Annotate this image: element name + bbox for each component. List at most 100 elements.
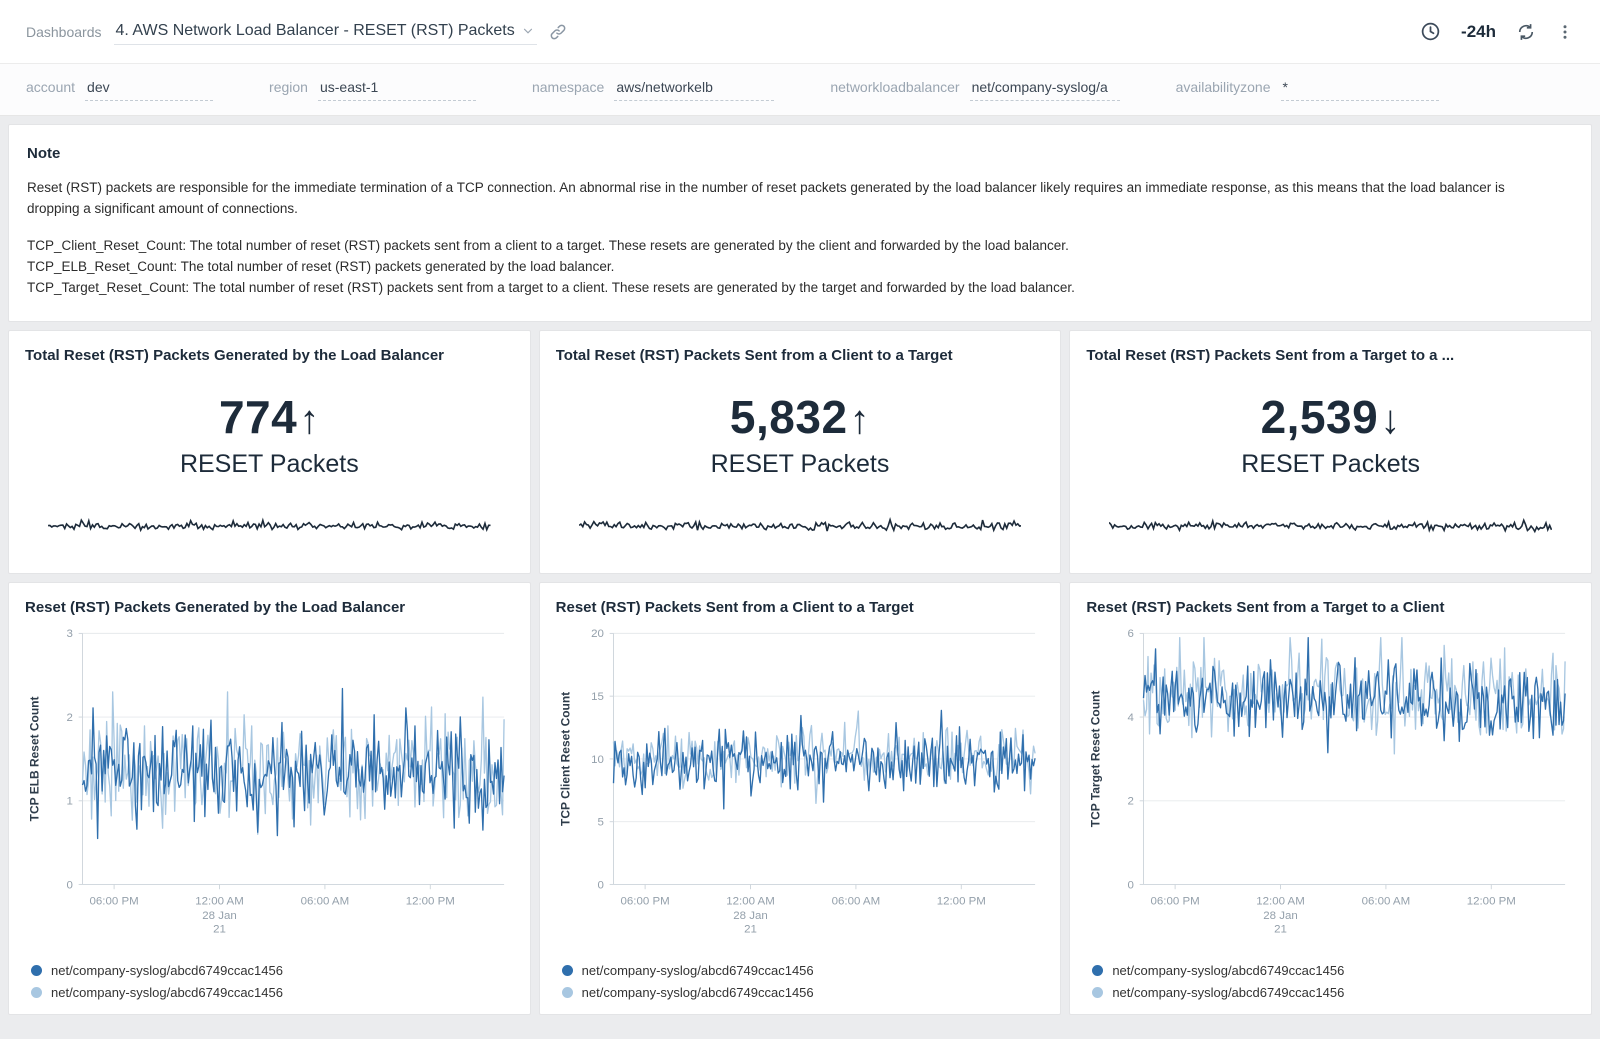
filter-value-input[interactable]: * bbox=[1281, 79, 1439, 101]
svg-text:06:00 AM: 06:00 AM bbox=[831, 895, 880, 907]
chart-card-client-reset: Reset (RST) Packets Sent from a Client t… bbox=[539, 582, 1062, 1016]
stat-card-target-reset: Total Reset (RST) Packets Sent from a Ta… bbox=[1069, 330, 1592, 574]
legend-label: net/company-syslog/abcd6749ccac1456 bbox=[582, 963, 814, 978]
time-range[interactable]: -24h bbox=[1461, 22, 1496, 42]
note-paragraph: TCP_Target_Reset_Count: The total number… bbox=[27, 278, 1557, 299]
svg-text:21: 21 bbox=[213, 923, 226, 935]
chart-legend: net/company-syslog/abcd6749ccac1456 net/c… bbox=[25, 963, 514, 1000]
stat-unit: RESET Packets bbox=[1086, 450, 1575, 479]
svg-text:06:00 PM: 06:00 PM bbox=[620, 895, 669, 907]
chevron-down-icon bbox=[521, 24, 535, 38]
legend-label: net/company-syslog/abcd6749ccac1456 bbox=[1112, 985, 1344, 1000]
stat-card-client-reset: Total Reset (RST) Packets Sent from a Cl… bbox=[539, 330, 1062, 574]
legend-color-dot bbox=[31, 987, 42, 998]
legend-color-dot bbox=[31, 965, 42, 976]
line-chart[interactable]: 012306:00 PM12:00 AM28 Jan2106:00 AM12:0… bbox=[25, 620, 514, 957]
line-chart[interactable]: 0510152006:00 PM12:00 AM28 Jan2106:00 AM… bbox=[556, 620, 1045, 957]
legend-item[interactable]: net/company-syslog/abcd6749ccac1456 bbox=[1092, 985, 1575, 1000]
svg-text:0: 0 bbox=[1128, 879, 1134, 891]
svg-text:3: 3 bbox=[67, 628, 73, 640]
note-paragraph: Reset (RST) packets are responsible for … bbox=[27, 178, 1557, 220]
refresh-icon[interactable] bbox=[1516, 22, 1536, 42]
svg-text:TCP ELB Reset Count: TCP ELB Reset Count bbox=[27, 696, 41, 821]
trend-up-arrow: ↑ bbox=[850, 398, 871, 442]
svg-text:12:00 AM: 12:00 AM bbox=[195, 895, 244, 907]
svg-text:1: 1 bbox=[67, 795, 73, 807]
stat-title: Total Reset (RST) Packets Generated by t… bbox=[25, 347, 514, 364]
chart-legend: net/company-syslog/abcd6749ccac1456 net/c… bbox=[556, 963, 1045, 1000]
filter-namespace[interactable]: namespace aws/networkelb bbox=[532, 79, 774, 101]
page-title: 4. AWS Network Load Balancer - RESET (RS… bbox=[116, 22, 515, 40]
sparkline bbox=[579, 509, 1022, 548]
legend-item[interactable]: net/company-syslog/abcd6749ccac1456 bbox=[562, 985, 1045, 1000]
legend-color-dot bbox=[562, 965, 573, 976]
filter-label: networkloadbalancer bbox=[830, 79, 959, 95]
filter-bar: account dev region us-east-1 namespace a… bbox=[0, 64, 1600, 116]
filter-region[interactable]: region us-east-1 bbox=[269, 79, 476, 101]
note-paragraph: TCP_ELB_Reset_Count: The total number of… bbox=[27, 257, 1557, 278]
svg-text:06:00 PM: 06:00 PM bbox=[1151, 895, 1200, 907]
line-chart[interactable]: 024606:00 PM12:00 AM28 Jan2106:00 AM12:0… bbox=[1086, 620, 1575, 957]
svg-text:12:00 PM: 12:00 PM bbox=[936, 895, 985, 907]
note-title: Note bbox=[27, 145, 1573, 162]
sparkline bbox=[48, 509, 491, 548]
filter-value-input[interactable]: dev bbox=[85, 79, 213, 101]
sparkline bbox=[1109, 509, 1552, 548]
kebab-menu-icon[interactable] bbox=[1556, 22, 1574, 42]
legend-color-dot bbox=[1092, 965, 1103, 976]
svg-text:28 Jan: 28 Jan bbox=[733, 910, 767, 922]
svg-text:2: 2 bbox=[1128, 795, 1134, 807]
link-icon[interactable] bbox=[549, 23, 567, 41]
stat-unit: RESET Packets bbox=[25, 450, 514, 479]
filter-networkloadbalancer[interactable]: networkloadbalancer net/company-syslog/a bbox=[830, 79, 1119, 101]
chart-title: Reset (RST) Packets Sent from a Target t… bbox=[1086, 599, 1575, 616]
svg-text:21: 21 bbox=[1274, 923, 1287, 935]
stat-value: 774 bbox=[219, 391, 297, 443]
filter-availabilityzone[interactable]: availabilityzone * bbox=[1176, 79, 1439, 101]
legend-label: net/company-syslog/abcd6749ccac1456 bbox=[51, 963, 283, 978]
stat-title: Total Reset (RST) Packets Sent from a Ta… bbox=[1086, 347, 1575, 364]
legend-item[interactable]: net/company-syslog/abcd6749ccac1456 bbox=[31, 963, 514, 978]
svg-text:12:00 AM: 12:00 AM bbox=[726, 895, 775, 907]
filter-value-input[interactable]: us-east-1 bbox=[318, 79, 476, 101]
chart-legend: net/company-syslog/abcd6749ccac1456 net/c… bbox=[1086, 963, 1575, 1000]
filter-label: account bbox=[26, 79, 75, 95]
filter-label: availabilityzone bbox=[1176, 79, 1271, 95]
clock-icon[interactable] bbox=[1420, 21, 1441, 42]
legend-item[interactable]: net/company-syslog/abcd6749ccac1456 bbox=[562, 963, 1045, 978]
chart-card-target-reset: Reset (RST) Packets Sent from a Target t… bbox=[1069, 582, 1592, 1016]
stat-title: Total Reset (RST) Packets Sent from a Cl… bbox=[556, 347, 1045, 364]
svg-text:12:00 PM: 12:00 PM bbox=[406, 895, 455, 907]
svg-text:5: 5 bbox=[597, 816, 603, 828]
svg-text:15: 15 bbox=[591, 691, 604, 703]
legend-item[interactable]: net/company-syslog/abcd6749ccac1456 bbox=[1092, 963, 1575, 978]
chart-title: Reset (RST) Packets Generated by the Loa… bbox=[25, 599, 514, 616]
stat-value: 2,539 bbox=[1261, 391, 1379, 443]
svg-text:TCP Target Reset Count: TCP Target Reset Count bbox=[1089, 690, 1103, 827]
note-panel: Note Reset (RST) packets are responsible… bbox=[8, 124, 1592, 322]
svg-text:28 Jan: 28 Jan bbox=[202, 910, 236, 922]
svg-text:06:00 PM: 06:00 PM bbox=[90, 895, 139, 907]
legend-label: net/company-syslog/abcd6749ccac1456 bbox=[51, 985, 283, 1000]
breadcrumb[interactable]: Dashboards bbox=[26, 24, 102, 40]
filter-label: region bbox=[269, 79, 308, 95]
legend-label: net/company-syslog/abcd6749ccac1456 bbox=[582, 985, 814, 1000]
filter-value-input[interactable]: aws/networkelb bbox=[614, 79, 774, 101]
legend-color-dot bbox=[562, 987, 573, 998]
chart-title: Reset (RST) Packets Sent from a Client t… bbox=[556, 599, 1045, 616]
filter-account[interactable]: account dev bbox=[26, 79, 213, 101]
svg-text:12:00 AM: 12:00 AM bbox=[1257, 895, 1306, 907]
note-paragraph: TCP_Client_Reset_Count: The total number… bbox=[27, 236, 1557, 257]
svg-text:0: 0 bbox=[67, 879, 73, 891]
dashboard-title-dropdown[interactable]: 4. AWS Network Load Balancer - RESET (RS… bbox=[114, 18, 537, 45]
svg-text:4: 4 bbox=[1128, 712, 1135, 724]
svg-text:28 Jan: 28 Jan bbox=[1264, 910, 1298, 922]
stat-card-elb-reset: Total Reset (RST) Packets Generated by t… bbox=[8, 330, 531, 574]
svg-text:6: 6 bbox=[1128, 628, 1134, 640]
legend-color-dot bbox=[1092, 987, 1103, 998]
filter-label: namespace bbox=[532, 79, 604, 95]
filter-value-input[interactable]: net/company-syslog/a bbox=[970, 79, 1120, 101]
svg-text:0: 0 bbox=[597, 879, 603, 891]
svg-text:20: 20 bbox=[591, 628, 604, 640]
legend-item[interactable]: net/company-syslog/abcd6749ccac1456 bbox=[31, 985, 514, 1000]
